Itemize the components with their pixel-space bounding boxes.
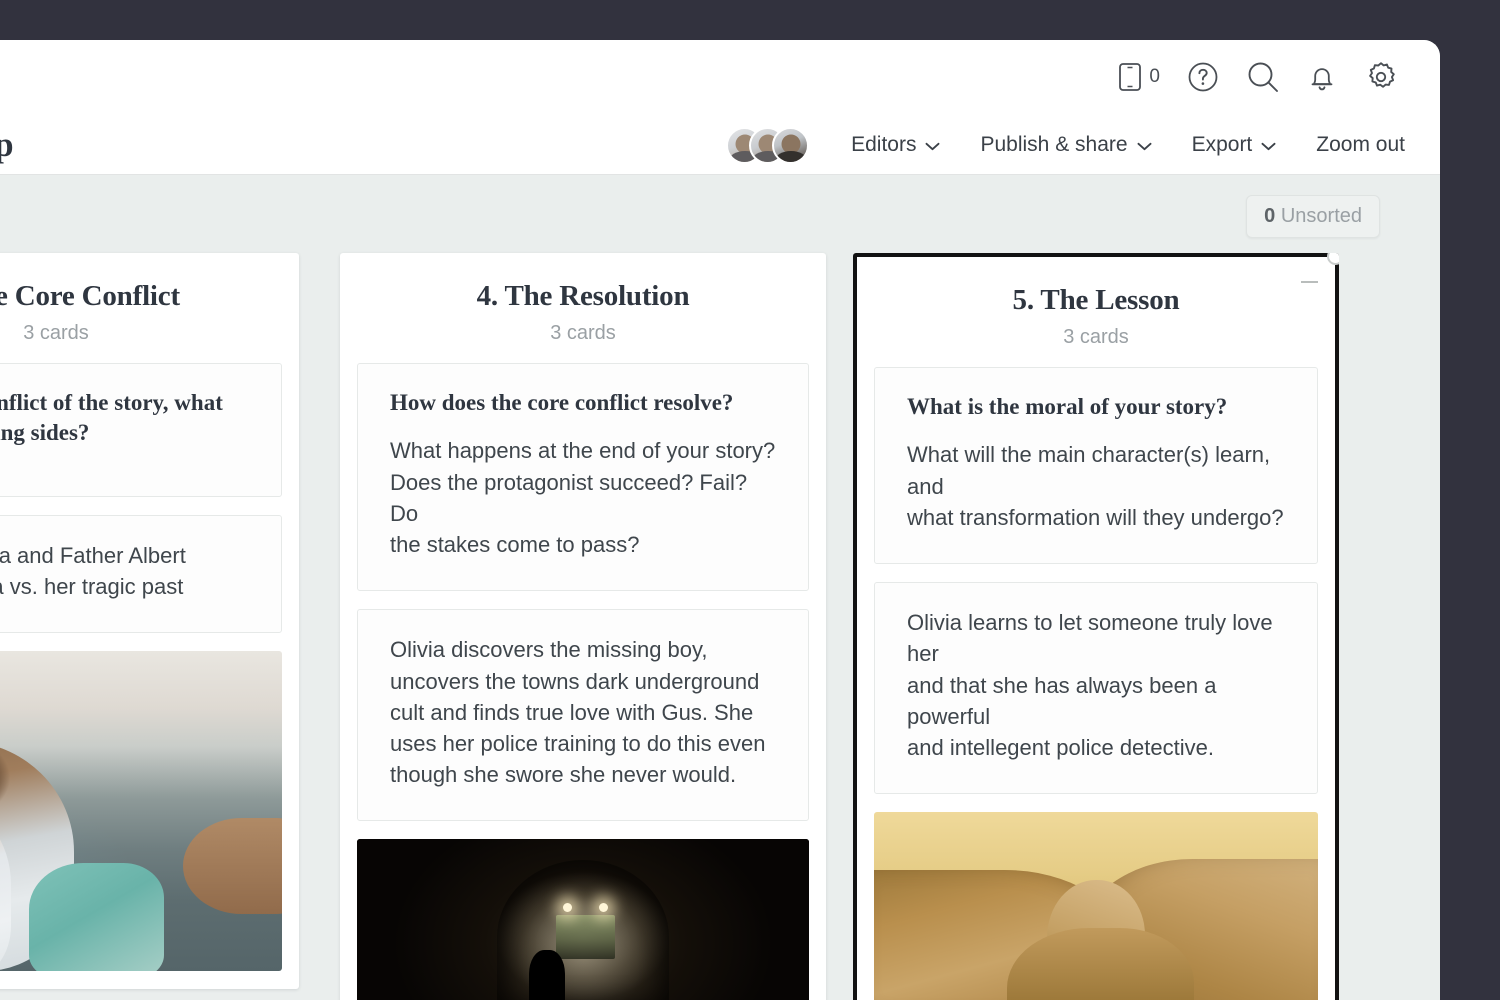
holding-hands-photo xyxy=(874,812,1318,1000)
card-body-line: uncovers the towns dark underground xyxy=(390,668,760,694)
column-title: 5. The Lesson xyxy=(1012,284,1180,316)
beach-mother-and-child-photo xyxy=(0,651,282,972)
card-body-line: what transformation will they undergo? xyxy=(907,504,1284,530)
search-icon[interactable] xyxy=(1246,60,1280,94)
column-card-count: 3 cards xyxy=(23,321,89,344)
card-body: What happens at the end of your story? D… xyxy=(390,435,776,560)
unsorted-count: 0 xyxy=(1264,205,1276,227)
editor-avatars[interactable] xyxy=(726,126,810,164)
board-card-image[interactable] xyxy=(0,651,282,972)
card-body-line: Olivia learns to let someone truly love … xyxy=(907,610,1273,667)
chevron-down-icon xyxy=(925,133,940,157)
title-actions: Editors Publish & share Export Zoom out xyxy=(726,126,1425,164)
card-title: What is the moral of your story? xyxy=(907,393,1228,419)
notifications-icon[interactable] xyxy=(1307,61,1337,93)
column-title: 3. The Core Conflict xyxy=(0,280,180,312)
card-body-line: and intellegent police detective. xyxy=(907,735,1214,761)
column-resize-handle[interactable] xyxy=(1327,253,1339,265)
screen-root: 0 p Editors Publish & share Export Zoom … xyxy=(0,0,1500,1000)
card-title-line: are the opposing sides? xyxy=(0,420,90,446)
top-bar-icon-row: 0 xyxy=(1118,60,1398,94)
avatar xyxy=(772,126,810,164)
editors-menu[interactable]: Editors xyxy=(831,129,960,161)
top-bar: 0 p Editors Publish & share Export Zoom … xyxy=(0,40,1440,175)
card-body: Olivia learns to let someone truly love … xyxy=(907,607,1285,763)
card-body-line: cult and finds true love with Gus. She xyxy=(390,699,754,725)
board-card-image[interactable] xyxy=(874,812,1318,1000)
card-body: What will the main character(s) learn, a… xyxy=(907,439,1285,533)
board-card[interactable]: How does the core conflict resolve? What… xyxy=(357,362,809,592)
canvas-header: 0 Unsorted xyxy=(0,175,1440,253)
app-window: 0 p Editors Publish & share Export Zoom … xyxy=(0,40,1440,1000)
card-body-line: the stakes come to pass? xyxy=(390,532,640,558)
chevron-down-icon xyxy=(1137,133,1152,157)
card-body-line: External: Olivia and Father Albert xyxy=(0,542,186,568)
board-card[interactable]: External: Olivia and Father Albert Inter… xyxy=(0,514,282,634)
card-title-line: In the core conflict of the story, what xyxy=(0,389,223,415)
chevron-down-icon xyxy=(1261,133,1276,157)
settings-gear-icon[interactable] xyxy=(1364,60,1398,94)
card-body-line: though she swore she never would. xyxy=(390,762,737,788)
card-title: How does the core conflict resolve? xyxy=(390,389,734,415)
board-column-core-conflict[interactable]: 3. The Core Conflict 3 cards In the core… xyxy=(0,253,299,990)
card-body-line: Olivia discovers the missing boy, xyxy=(390,637,708,663)
column-collapse-icon[interactable] xyxy=(1301,281,1318,283)
unsorted-label: Unsorted xyxy=(1280,205,1362,227)
card-body: External: Olivia and Father Albert Inter… xyxy=(0,540,249,602)
publish-share-menu[interactable]: Publish & share xyxy=(960,129,1171,161)
publish-share-menu-label: Publish & share xyxy=(980,133,1128,156)
zoom-out-button[interactable]: Zoom out xyxy=(1296,129,1425,161)
unsorted-badge[interactable]: 0 Unsorted xyxy=(1246,195,1380,238)
board-column-resolution[interactable]: 4. The Resolution 3 cards How does the c… xyxy=(340,253,826,1000)
board-card[interactable]: Olivia learns to let someone truly love … xyxy=(874,582,1318,795)
column-header: 3. The Core Conflict 3 cards xyxy=(0,253,282,363)
card-body-line: uses her police training to do this even xyxy=(390,731,766,757)
page-title: ory map xyxy=(0,125,14,164)
zoom-out-label: Zoom out xyxy=(1316,133,1405,156)
board-card-image[interactable] xyxy=(357,839,809,1000)
mobile-preview-count: 0 xyxy=(1149,66,1160,87)
column-header: 5. The Lesson 3 cards xyxy=(874,257,1318,367)
title-row: ory map Editors Publish & sh xyxy=(0,116,1440,174)
card-body-line: What happens at the end of your story? xyxy=(390,438,776,464)
card-body-line: and that she has always been a powerful xyxy=(907,672,1217,729)
editors-menu-label: Editors xyxy=(851,133,917,156)
board-column-lesson[interactable]: 5. The Lesson 3 cards What is the moral … xyxy=(853,253,1339,1000)
column-selection-frame[interactable]: 5. The Lesson 3 cards What is the moral … xyxy=(853,253,1339,1000)
export-menu[interactable]: Export xyxy=(1172,129,1297,161)
board: 3. The Core Conflict 3 cards In the core… xyxy=(0,253,1440,1000)
column-header: 4. The Resolution 3 cards xyxy=(357,253,809,363)
card-body-line: What will the main character(s) learn, a… xyxy=(907,442,1271,499)
board-card[interactable]: What is the moral of your story? What wi… xyxy=(874,366,1318,565)
export-menu-label: Export xyxy=(1191,133,1253,156)
help-icon[interactable] xyxy=(1187,61,1219,93)
card-body-line: Internal: Olivia vs. her tragic past xyxy=(0,574,184,600)
board-card[interactable]: Olivia discovers the missing boy, uncove… xyxy=(357,609,809,822)
card-body: Olivia discovers the missing boy, uncove… xyxy=(390,634,776,790)
dark-tunnel-headlights-photo xyxy=(357,839,809,1000)
column-title: 4. The Resolution xyxy=(476,280,690,312)
column-card-count: 3 cards xyxy=(1063,325,1129,348)
board-card[interactable]: In the core conflict of the story, what … xyxy=(0,362,282,497)
mobile-preview-icon[interactable]: 0 xyxy=(1118,62,1160,92)
card-title: In the core conflict of the story, what … xyxy=(0,388,249,449)
column-card-count: 3 cards xyxy=(550,321,616,344)
card-body-line: Does the protagonist succeed? Fail? Do xyxy=(390,469,748,526)
